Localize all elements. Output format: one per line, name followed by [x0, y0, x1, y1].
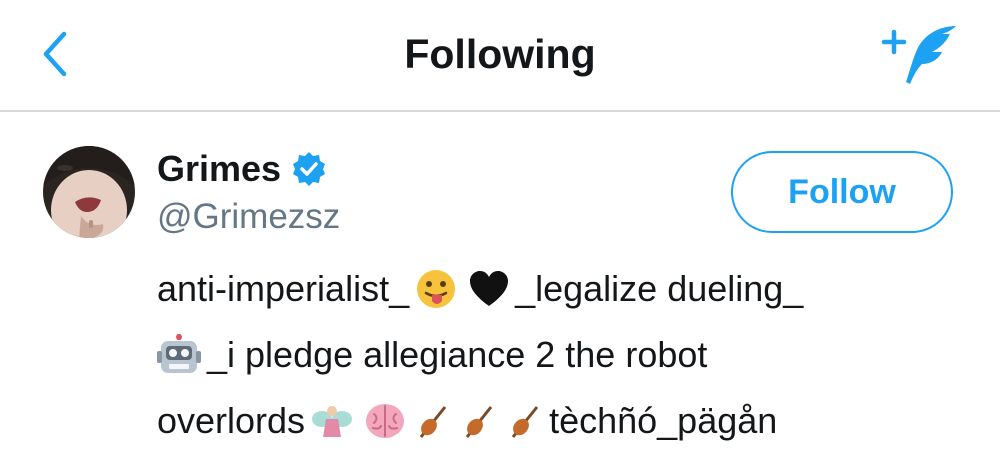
user-handle: @Grimezsz	[157, 197, 341, 236]
brain-emoji-icon	[365, 402, 405, 440]
avatar[interactable]	[43, 146, 135, 238]
page-title: Following	[404, 31, 596, 77]
navigation-header: Following	[0, 0, 1000, 112]
violin-emoji-icon	[417, 401, 451, 441]
bio-line-1: anti-imperialist_ _legalize dueling_	[157, 256, 957, 322]
bio-line-2: _i pledge allegiance 2 the robot	[157, 322, 957, 388]
bio-line-3: overlords tèchñó_pägån	[157, 388, 957, 454]
profile-photo	[43, 146, 135, 238]
compose-tweet-icon	[881, 26, 956, 84]
user-name[interactable]: Grimes	[157, 147, 281, 191]
fairy-emoji-icon	[311, 401, 353, 441]
user-bio: anti-imperialist_ _legalize dueling_ _i …	[157, 256, 957, 454]
bio-text: tèchñó_pägån	[549, 400, 778, 441]
bio-text: _legalize dueling_	[515, 268, 804, 309]
compose-tweet-button[interactable]	[880, 22, 960, 88]
bio-text: anti-imperialist_	[157, 268, 410, 309]
black-heart-emoji-icon	[469, 270, 509, 308]
violin-emoji-icon	[463, 401, 497, 441]
user-name-row: Grimes	[157, 146, 327, 192]
violin-emoji-icon	[509, 401, 543, 441]
bio-text: _i pledge allegiance 2 the robot	[207, 334, 708, 375]
tongue-out-emoji-icon	[415, 268, 457, 310]
bio-text: overlords	[157, 400, 306, 441]
follow-button[interactable]: Follow	[731, 151, 953, 233]
robot-emoji-icon	[157, 334, 201, 376]
verified-badge-icon	[293, 152, 326, 186]
